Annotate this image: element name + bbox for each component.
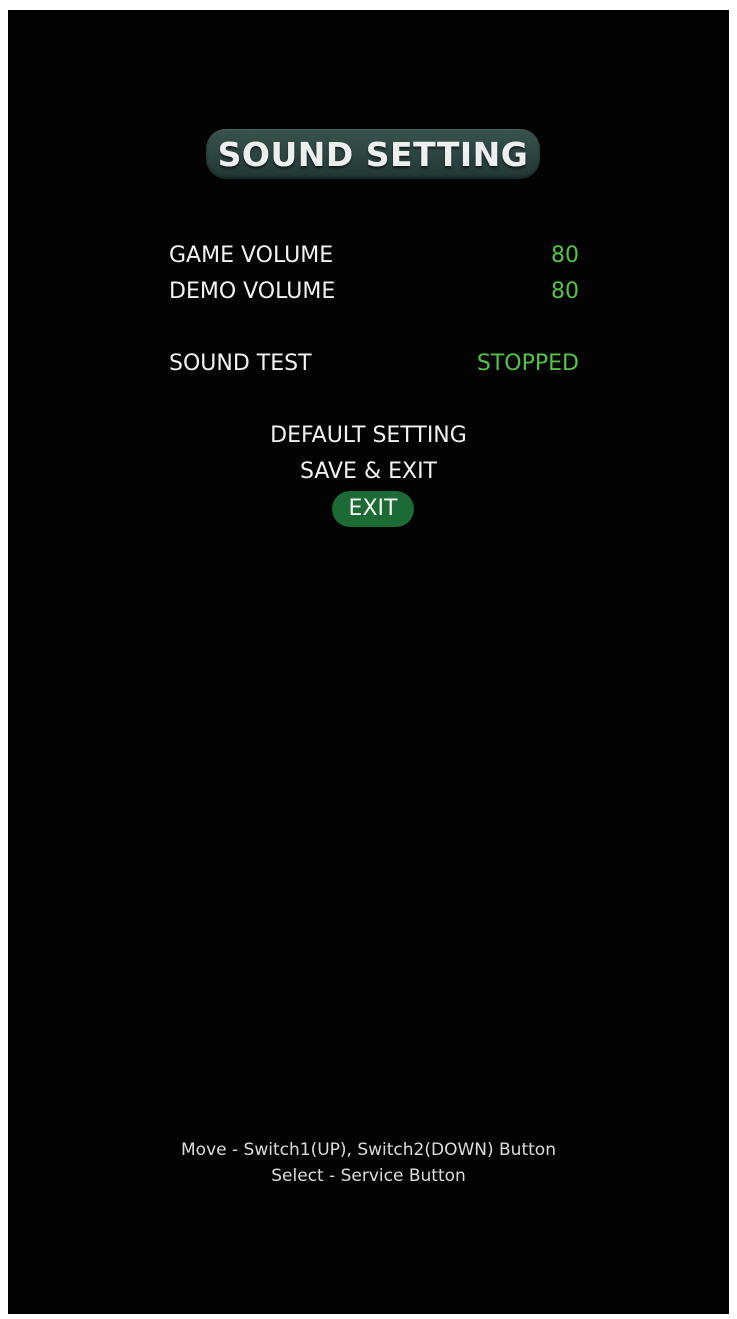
page-title: SOUND SETTING [217, 134, 529, 174]
demo-volume-row[interactable]: DEMO VOLUME 80 [169, 277, 579, 307]
game-volume-value: 80 [551, 243, 579, 268]
help-move-text: Move - Switch1(UP), Switch2(DOWN) Button [181, 1140, 556, 1160]
demo-volume-value: 80 [551, 279, 579, 304]
sound-setting-screen: SOUND SETTING GAME VOLUME 80 DEMO VOLUME… [8, 10, 729, 1314]
exit-option-selected[interactable]: EXIT [332, 491, 414, 527]
sound-test-row[interactable]: SOUND TEST STOPPED [169, 349, 579, 379]
game-volume-row[interactable]: GAME VOLUME 80 [169, 241, 579, 271]
save-exit-option[interactable]: SAVE & EXIT [8, 457, 729, 487]
game-volume-label: GAME VOLUME [169, 243, 334, 268]
help-select-text: Select - Service Button [271, 1166, 466, 1186]
sound-test-label: SOUND TEST [169, 351, 312, 376]
sound-test-status: STOPPED [476, 351, 579, 376]
default-setting-option[interactable]: DEFAULT SETTING [8, 421, 729, 451]
demo-volume-label: DEMO VOLUME [169, 279, 336, 304]
title-badge: SOUND SETTING [206, 129, 540, 179]
